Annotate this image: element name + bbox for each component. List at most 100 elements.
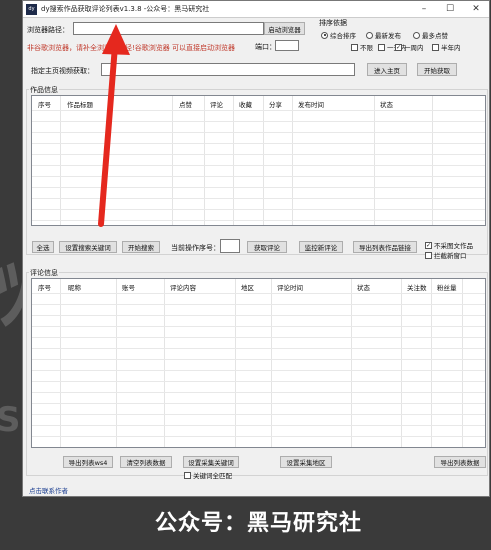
contact-author-link[interactable]: 点击联系作者: [29, 485, 68, 495]
comments-col-time[interactable]: 评论时间: [277, 282, 303, 292]
grid-column-line: [292, 96, 293, 225]
grid-row-line: [32, 293, 485, 294]
grid-row-line: [32, 348, 485, 349]
works-col-likes[interactable]: 点赞: [179, 99, 192, 109]
set-search-keywords-button[interactable]: 设置搜索关键词: [59, 241, 117, 253]
homepage-label: 指定主页视频获取：: [31, 67, 94, 75]
grid-row-line: [32, 165, 485, 166]
works-col-comments[interactable]: 评论: [210, 99, 223, 109]
browser-warning-text: 非谷歌浏览器，请补全浏览器路径!谷歌浏览器 可以直接启动浏览器: [27, 44, 236, 52]
sort-option-most-likes[interactable]: 最多点赞: [413, 30, 448, 40]
block-new-window-checkbox[interactable]: 拦截新窗口: [425, 250, 467, 260]
sort-title: 排序依据: [319, 19, 347, 27]
works-col-status[interactable]: 状态: [380, 99, 393, 109]
port-input[interactable]: [275, 40, 299, 51]
grid-row-line: [32, 209, 485, 210]
comments-col-followers[interactable]: 粉丝量: [437, 282, 457, 292]
checkbox-icon: [378, 43, 385, 51]
enter-homepage-button[interactable]: 进入主页: [367, 63, 407, 76]
comments-col-status[interactable]: 状态: [357, 282, 370, 292]
checkbox-icon: [425, 251, 432, 259]
grid-row-line: [32, 198, 485, 199]
time-option-half-year[interactable]: 半年内: [432, 42, 461, 52]
monitor-comments-button[interactable]: 监控新评论: [299, 241, 343, 253]
grid-column-line: [263, 96, 264, 225]
grid-column-line: [60, 96, 61, 225]
grid-row-line: [32, 414, 485, 415]
grid-row-line: [32, 220, 485, 221]
grid-column-line: [374, 96, 375, 225]
port-label: 端口：: [255, 43, 276, 51]
works-table-header: 序号 作品标题 点赞 评论 收藏 分享 发布时间 状态: [32, 96, 485, 110]
title-bar: dy dy搜索作品获取评论列表v1.3.8 -公众号：黑马研究社 – ☐ ✕: [23, 1, 489, 18]
get-comments-button[interactable]: 获取评论: [247, 241, 287, 253]
grid-row-line: [32, 436, 485, 437]
comments-col-content[interactable]: 评论内容: [170, 282, 196, 292]
skip-image-text-checkbox[interactable]: ✓ 不采图文作品: [425, 240, 473, 250]
checkbox-icon: [184, 471, 191, 479]
app-icon: dy: [26, 3, 37, 15]
radio-icon: [413, 31, 420, 39]
grid-row-line: [32, 143, 485, 144]
export-work-links-button[interactable]: 导出列表作品链接: [353, 241, 417, 253]
homepage-url-input[interactable]: [101, 63, 355, 76]
comments-table-header: 序号 昵称 账号 评论内容 地区 评论时间 状态 关注数 粉丝量: [32, 279, 485, 293]
app-window: dy dy搜索作品获取评论列表v1.3.8 -公众号：黑马研究社 – ☐ ✕ 浏…: [22, 0, 490, 497]
close-icon[interactable]: ✕: [463, 1, 489, 17]
grid-row-line: [32, 121, 485, 122]
export-ws4-button[interactable]: 导出列表ws4: [63, 456, 113, 468]
grid-column-line: [172, 96, 173, 225]
comments-col-account[interactable]: 账号: [122, 282, 135, 292]
set-collect-region-button[interactable]: 设置采集地区: [280, 456, 332, 468]
works-table[interactable]: 序号 作品标题 点赞 评论 收藏 分享 发布时间 状态: [31, 95, 486, 226]
checkbox-checked-icon: ✓: [395, 43, 402, 51]
current-index-label: 当前操作序号：: [171, 244, 220, 252]
grid-row-line: [32, 304, 485, 305]
browser-path-input[interactable]: [73, 22, 264, 35]
window-title: dy搜索作品获取评论列表v1.3.8 -公众号：黑马研究社: [41, 5, 210, 13]
works-col-title[interactable]: 作品标题: [67, 99, 93, 109]
grid-row-line: [32, 425, 485, 426]
works-group-title: 作品信息: [29, 85, 59, 95]
grid-row-line: [32, 110, 485, 111]
grid-row-line: [32, 370, 485, 371]
comments-col-nickname[interactable]: 昵称: [68, 282, 81, 292]
works-col-index[interactable]: 序号: [38, 99, 51, 109]
comments-col-index[interactable]: 序号: [38, 282, 51, 292]
comments-table[interactable]: 序号 昵称 账号 评论内容 地区 评论时间 状态 关注数 粉丝量: [31, 278, 486, 448]
grid-row-line: [32, 326, 485, 327]
grid-column-line: [233, 96, 234, 225]
comments-col-following[interactable]: 关注数: [407, 282, 427, 292]
keyword-full-match-checkbox[interactable]: 关键词全匹配: [184, 470, 232, 480]
grid-column-line: [432, 96, 433, 225]
checkbox-icon: [351, 43, 358, 51]
sort-option-latest[interactable]: 最新发布: [366, 30, 401, 40]
set-collect-keywords-button[interactable]: 设置采集关键词: [183, 456, 239, 468]
select-all-button[interactable]: 全选: [32, 241, 54, 253]
grid-row-line: [32, 154, 485, 155]
time-option-unlimited[interactable]: 不限: [351, 42, 373, 52]
start-search-button[interactable]: 开始搜索: [122, 241, 160, 253]
export-list-button[interactable]: 导出列表数据: [434, 456, 486, 468]
clear-list-button[interactable]: 清空列表数据: [120, 456, 172, 468]
grid-row-line: [32, 403, 485, 404]
grid-row-line: [32, 337, 485, 338]
sort-option-comprehensive[interactable]: 综合排序: [321, 30, 356, 40]
start-fetch-button[interactable]: 开始获取: [417, 63, 457, 76]
grid-row-line: [32, 381, 485, 382]
grid-row-line: [32, 132, 485, 133]
checkbox-checked-icon: ✓: [425, 241, 432, 249]
radio-checked-icon: [321, 31, 328, 39]
current-index-input[interactable]: [220, 239, 240, 253]
grid-row-line: [32, 187, 485, 188]
works-col-shares[interactable]: 分享: [269, 99, 282, 109]
maximize-icon[interactable]: ☐: [437, 1, 463, 17]
minimize-icon[interactable]: –: [411, 1, 437, 17]
works-col-favorites[interactable]: 收藏: [239, 99, 252, 109]
works-col-publish-time[interactable]: 发布时间: [298, 99, 324, 109]
grid-row-line: [32, 392, 485, 393]
comments-col-region[interactable]: 地区: [241, 282, 254, 292]
watermark-caption: 公众号：黑马研究社: [155, 511, 363, 536]
time-option-one-week[interactable]: ✓ 一周内: [395, 42, 424, 52]
start-browser-button[interactable]: 启动浏览器: [264, 22, 305, 35]
